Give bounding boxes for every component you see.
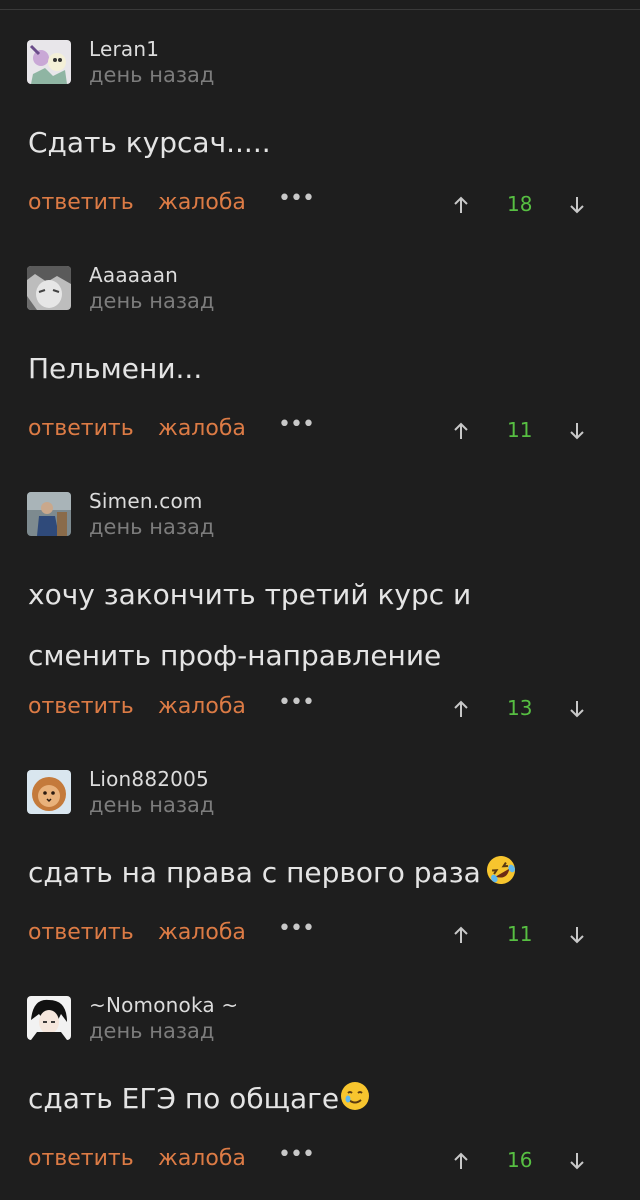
arrow-up-icon[interactable] xyxy=(452,422,470,440)
more-dots-icon[interactable]: ••• xyxy=(278,1142,315,1167)
comment-text-content: сдать ЕГЭ по общаге xyxy=(28,1082,340,1115)
avatar[interactable] xyxy=(27,996,71,1040)
comment-actions: ответить жалоба ••• 16 xyxy=(0,1140,640,1180)
score: 13 xyxy=(507,696,533,720)
arrow-up-icon[interactable] xyxy=(452,196,470,214)
username[interactable]: Aaaaaan xyxy=(89,263,178,287)
timestamp: день назад xyxy=(89,63,215,87)
arrow-up-icon[interactable] xyxy=(452,1152,470,1170)
comment-item: ~Nomonoka ~ день назад сдать ЕГЭ по обща… xyxy=(0,964,640,1190)
report-button[interactable]: жалоба xyxy=(158,920,246,945)
reply-button[interactable]: ответить xyxy=(28,416,134,441)
username[interactable]: Lion882005 xyxy=(89,767,209,791)
comment-actions: ответить жалоба ••• 11 xyxy=(0,410,640,450)
comment-text: Пельмени... xyxy=(28,338,608,399)
avatar[interactable] xyxy=(27,492,71,536)
report-button[interactable]: жалоба xyxy=(158,694,246,719)
more-dots-icon[interactable]: ••• xyxy=(278,916,315,941)
score: 11 xyxy=(507,922,533,946)
arrow-down-icon[interactable] xyxy=(568,700,586,718)
timestamp: день назад xyxy=(89,793,215,817)
username[interactable]: Simen.com xyxy=(89,489,203,513)
comment-text-content: Пельмени... xyxy=(28,352,203,385)
more-dots-icon[interactable]: ••• xyxy=(278,412,315,437)
comment-text: сдать на права с первого раза xyxy=(28,842,608,903)
comments-page: Leran1 день назад Сдать курсач..... отве… xyxy=(0,0,640,1200)
comment-text: сдать ЕГЭ по общаге xyxy=(28,1068,608,1129)
rolling-on-floor-laughing-emoji xyxy=(485,854,517,886)
reply-button[interactable]: ответить xyxy=(28,1146,134,1171)
comment-text: хочу закончить третий курс и сменить про… xyxy=(28,564,528,686)
comment-item: Aaaaaan день назад Пельмени... ответить … xyxy=(0,234,640,460)
reply-button[interactable]: ответить xyxy=(28,694,134,719)
comment-item: Lion882005 день назад сдать на права с п… xyxy=(0,738,640,964)
score: 18 xyxy=(507,192,533,216)
report-button[interactable]: жалоба xyxy=(158,1146,246,1171)
timestamp: день назад xyxy=(89,289,215,313)
score: 11 xyxy=(507,418,533,442)
avatar[interactable] xyxy=(27,770,71,814)
arrow-down-icon[interactable] xyxy=(568,422,586,440)
report-button[interactable]: жалоба xyxy=(158,416,246,441)
comment-text-content: хочу закончить третий курс и сменить про… xyxy=(28,578,472,672)
comment-actions: ответить жалоба ••• 18 xyxy=(0,184,640,224)
reply-button[interactable]: ответить xyxy=(28,190,134,215)
comment-item: Simen.com день назад хочу закончить трет… xyxy=(0,460,640,740)
comment-text: Сдать курсач..... xyxy=(28,112,608,173)
comment-actions: ответить жалоба ••• 11 xyxy=(0,914,640,954)
comment-text-content: сдать на права с первого раза xyxy=(28,856,481,889)
avatar[interactable] xyxy=(27,40,71,84)
timestamp: день назад xyxy=(89,515,215,539)
username[interactable]: Leran1 xyxy=(89,37,159,61)
comment-item: Leran1 день назад Сдать курсач..... отве… xyxy=(0,8,640,234)
avatar[interactable] xyxy=(27,266,71,310)
arrow-up-icon[interactable] xyxy=(452,700,470,718)
report-button[interactable]: жалоба xyxy=(158,190,246,215)
score: 16 xyxy=(507,1148,533,1172)
reply-button[interactable]: ответить xyxy=(28,920,134,945)
arrow-down-icon[interactable] xyxy=(568,196,586,214)
username[interactable]: ~Nomonoka ~ xyxy=(89,993,238,1017)
arrow-up-icon[interactable] xyxy=(452,926,470,944)
smiling-face-with-tear-emoji xyxy=(339,1080,371,1112)
more-dots-icon[interactable]: ••• xyxy=(278,186,315,211)
comment-actions: ответить жалоба ••• 13 xyxy=(0,688,640,728)
comment-text-content: Сдать курсач..... xyxy=(28,126,271,159)
timestamp: день назад xyxy=(89,1019,215,1043)
arrow-down-icon[interactable] xyxy=(568,926,586,944)
arrow-down-icon[interactable] xyxy=(568,1152,586,1170)
more-dots-icon[interactable]: ••• xyxy=(278,690,315,715)
